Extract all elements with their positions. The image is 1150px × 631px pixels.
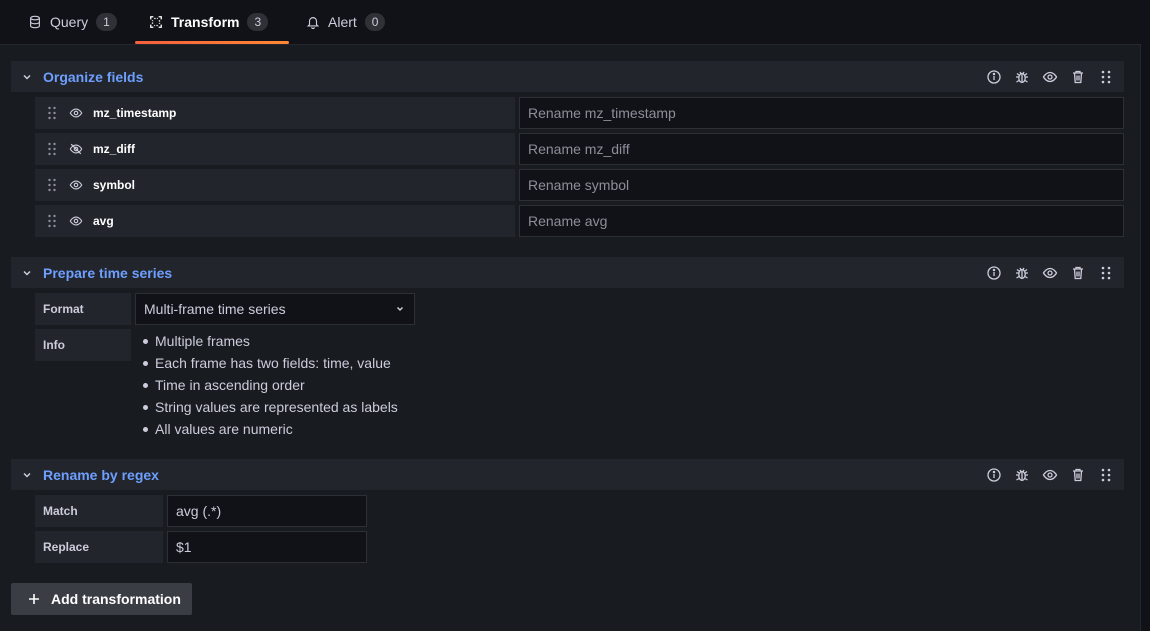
info-icon[interactable] xyxy=(986,69,1002,85)
field-name: avg xyxy=(93,214,114,228)
bug-icon[interactable] xyxy=(1014,69,1030,85)
list-item: String values are represented as labels xyxy=(143,396,398,418)
list-item: Multiple frames xyxy=(143,330,398,352)
tab-transform-count: 3 xyxy=(247,13,269,31)
tab-bar: Query 1 Transform 3 Alert 0 xyxy=(0,0,1150,44)
rename-by-regex-actions xyxy=(986,467,1114,483)
add-transformation-button[interactable]: Add transformation xyxy=(11,583,192,615)
list-item: Each frame has two fields: time, value xyxy=(143,352,398,374)
rename-input[interactable]: Rename mz_diff xyxy=(519,133,1124,165)
field-name: mz_timestamp xyxy=(93,106,177,120)
eye-icon[interactable] xyxy=(69,178,83,192)
drag-handle-icon[interactable] xyxy=(47,178,57,192)
eye-icon[interactable] xyxy=(1042,69,1058,85)
bug-icon[interactable] xyxy=(1014,467,1030,483)
field-name: mz_diff xyxy=(93,142,135,156)
trash-icon[interactable] xyxy=(1070,265,1086,281)
prepare-time-series-title: Prepare time series xyxy=(43,264,173,281)
eye-icon[interactable] xyxy=(69,106,83,120)
drag-handle-icon[interactable] xyxy=(1098,69,1114,85)
eye-icon[interactable] xyxy=(1042,467,1058,483)
scrollbar[interactable] xyxy=(1141,44,1150,631)
bug-icon[interactable] xyxy=(1014,265,1030,281)
organize-fields-actions xyxy=(986,69,1114,85)
list-item: Time in ascending order xyxy=(143,374,398,396)
chevron-down-icon[interactable] xyxy=(21,469,33,481)
eye-slash-icon[interactable] xyxy=(69,142,83,156)
tab-transform[interactable]: Transform 3 xyxy=(135,0,289,44)
organize-fields-header[interactable]: Organize fields xyxy=(11,61,1124,92)
field-name: symbol xyxy=(93,178,136,192)
drag-handle-icon[interactable] xyxy=(1098,265,1114,281)
eye-icon[interactable] xyxy=(1042,265,1058,281)
tab-transform-label: Transform xyxy=(171,14,240,30)
info-icon[interactable] xyxy=(986,467,1002,483)
drag-handle-icon[interactable] xyxy=(47,106,57,120)
tab-alert-count: 0 xyxy=(364,13,386,31)
list-item: All values are numeric xyxy=(143,418,398,440)
database-icon xyxy=(30,15,40,29)
format-label: Format xyxy=(35,293,131,325)
plus-icon xyxy=(29,594,39,604)
chevron-down-icon[interactable] xyxy=(21,267,33,279)
tab-query[interactable]: Query 1 xyxy=(14,0,131,44)
drag-handle-icon[interactable] xyxy=(1098,467,1114,483)
tab-alert[interactable]: Alert 0 xyxy=(292,0,399,44)
tab-alert-label: Alert xyxy=(328,14,357,30)
field-name-box[interactable]: avg xyxy=(35,205,515,237)
rename-by-regex-header[interactable]: Rename by regex xyxy=(11,459,1124,490)
drag-handle-icon[interactable] xyxy=(47,142,57,156)
organize-fields-title: Organize fields xyxy=(43,68,144,85)
tab-query-label: Query xyxy=(50,14,89,30)
info-label: Info xyxy=(35,329,131,361)
replace-input[interactable]: $1 xyxy=(167,531,367,563)
match-label: Match xyxy=(35,495,163,527)
drag-handle-icon[interactable] xyxy=(47,214,57,228)
field-name-box[interactable]: symbol xyxy=(35,169,515,201)
field-name-box[interactable]: mz_timestamp xyxy=(35,97,515,129)
field-name-box[interactable]: mz_diff xyxy=(35,133,515,165)
rename-by-regex-title: Rename by regex xyxy=(43,466,159,483)
trash-icon[interactable] xyxy=(1070,467,1086,483)
transform-icon xyxy=(150,16,162,28)
format-select-value: Multi-frame time series xyxy=(144,301,286,317)
rename-input[interactable]: Rename avg xyxy=(519,205,1124,237)
rename-input[interactable]: Rename mz_timestamp xyxy=(519,97,1124,129)
prepare-time-series-header[interactable]: Prepare time series xyxy=(11,257,1124,288)
prepare-time-series-actions xyxy=(986,265,1114,281)
add-transformation-label: Add transformation xyxy=(51,591,181,607)
replace-label: Replace xyxy=(35,531,163,563)
bell-icon xyxy=(306,17,320,29)
trash-icon[interactable] xyxy=(1070,69,1086,85)
chevron-down-icon xyxy=(396,306,404,312)
rename-input[interactable]: Rename symbol xyxy=(519,169,1124,201)
info-list: Multiple frames Each frame has two field… xyxy=(143,330,398,440)
tab-query-count: 1 xyxy=(96,13,117,31)
info-icon[interactable] xyxy=(986,265,1002,281)
match-input[interactable]: avg (.*) xyxy=(167,495,367,527)
eye-icon[interactable] xyxy=(69,214,83,228)
format-select[interactable]: Multi-frame time series xyxy=(135,293,415,325)
chevron-down-icon[interactable] xyxy=(21,71,33,83)
